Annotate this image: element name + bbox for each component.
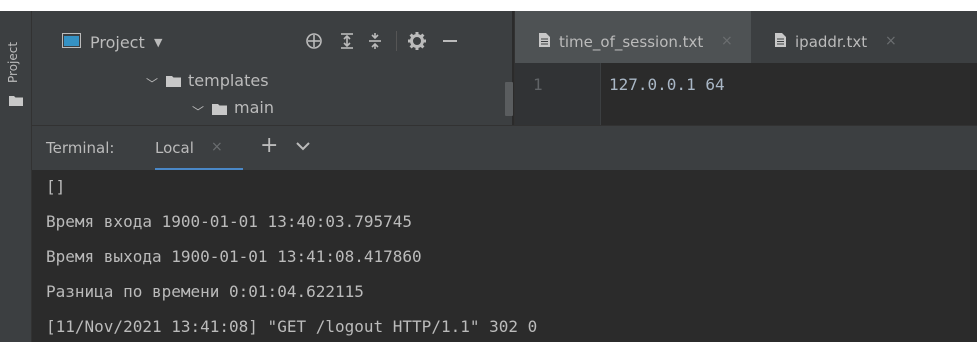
crosshair-icon[interactable] bbox=[304, 31, 324, 51]
toolbar-separator bbox=[396, 31, 397, 51]
minimize-icon[interactable] bbox=[440, 31, 460, 51]
terminal-tab-label: Local bbox=[155, 139, 194, 157]
line-number-gutter bbox=[515, 63, 601, 125]
editor-area: time_of_session.txt × ipaddr.txt × 1 127… bbox=[514, 11, 977, 125]
terminal-line: Разница по времени 0:01:04.622115 bbox=[46, 282, 364, 301]
editor-line[interactable]: 127.0.0.1 64 bbox=[609, 75, 725, 94]
terminal-line: Время выхода 1900-01-01 13:41:08.417860 bbox=[46, 247, 422, 266]
chevron-down-icon[interactable]: ﹀ bbox=[192, 103, 204, 120]
left-tool-stripe: Project bbox=[0, 11, 32, 342]
tab-label: time_of_session.txt bbox=[559, 33, 704, 51]
project-window-icon bbox=[62, 33, 81, 48]
tree-node-main[interactable]: main bbox=[234, 98, 274, 117]
gear-icon[interactable] bbox=[407, 31, 427, 51]
project-stripe-button[interactable]: Project bbox=[6, 42, 20, 83]
text-file-icon bbox=[775, 33, 786, 47]
tab-label: ipaddr.txt bbox=[795, 33, 868, 51]
top-border bbox=[0, 0, 977, 11]
project-panel: Project ▼ ﹀ templates ﹀ main bbox=[32, 11, 512, 125]
chevron-down-icon[interactable]: ﹀ bbox=[146, 75, 158, 92]
chevron-down-icon[interactable] bbox=[296, 141, 310, 151]
text-file-icon bbox=[539, 33, 550, 47]
terminal-header: Terminal: Local × + bbox=[32, 125, 977, 171]
expand-all-icon[interactable] bbox=[337, 31, 357, 51]
close-icon[interactable]: × bbox=[211, 139, 223, 155]
editor-tab-bar: time_of_session.txt × ipaddr.txt × bbox=[515, 11, 977, 63]
terminal-line: [] bbox=[46, 177, 66, 196]
terminal-line: Время входа 1900-01-01 13:40:03.795745 bbox=[46, 212, 413, 231]
project-panel-header: Project ▼ bbox=[32, 11, 512, 63]
collapse-all-icon[interactable] bbox=[365, 31, 385, 51]
folder-icon bbox=[212, 104, 227, 115]
terminal-line: [11/Nov/2021 13:41:08] "GET /logout HTTP… bbox=[46, 317, 538, 336]
tab-time-of-session[interactable]: time_of_session.txt × bbox=[515, 11, 751, 63]
close-icon[interactable]: × bbox=[885, 33, 897, 49]
terminal-title: Terminal: bbox=[46, 139, 115, 157]
tab-ipaddr[interactable]: ipaddr.txt × bbox=[751, 11, 911, 63]
folder-icon bbox=[166, 76, 181, 87]
project-view-selector[interactable]: Project bbox=[90, 33, 145, 52]
project-scrollbar-thumb[interactable] bbox=[505, 82, 513, 116]
line-number: 1 bbox=[533, 75, 543, 94]
close-icon[interactable]: × bbox=[721, 33, 733, 49]
folder-icon bbox=[9, 96, 23, 106]
terminal-output[interactable]: [] Время входа 1900-01-01 13:40:03.79574… bbox=[32, 170, 977, 342]
new-session-plus-icon[interactable]: + bbox=[260, 133, 278, 158]
tree-node-templates[interactable]: templates bbox=[188, 71, 269, 90]
dropdown-caret-icon[interactable]: ▼ bbox=[154, 36, 162, 49]
terminal-tab-local[interactable]: Local × bbox=[155, 126, 243, 171]
